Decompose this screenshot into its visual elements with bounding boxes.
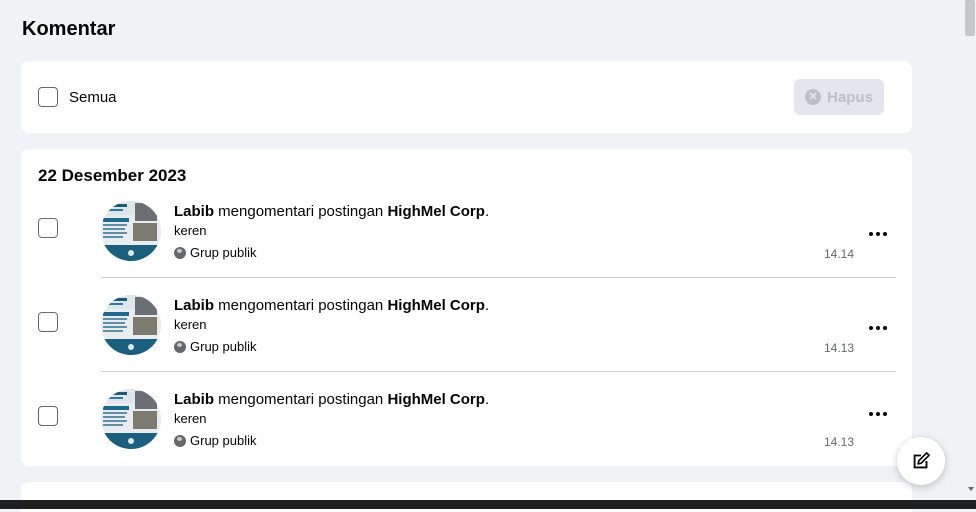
scroll-down-icon[interactable] <box>968 487 974 491</box>
action-text: mengomentari postingan <box>214 203 388 220</box>
privacy-label: Grup publik <box>190 245 257 260</box>
post-thumbnail[interactable] <box>101 389 161 449</box>
action-suffix: . <box>484 203 490 220</box>
action-suffix: . <box>484 297 490 314</box>
select-all-checkbox[interactable] <box>38 87 58 107</box>
page-title: Komentar <box>22 18 116 40</box>
activity-text: Labib mengomentari postingan HighMel Cor… <box>174 391 489 408</box>
privacy-label: Grup publik <box>190 433 257 448</box>
item-checkbox[interactable] <box>38 406 58 426</box>
select-all-bar: Semua ✕ Hapus <box>21 61 912 133</box>
compose-button[interactable] <box>897 437 945 485</box>
timestamp: 14.13 <box>823 435 854 449</box>
divider <box>101 371 896 372</box>
actor-name[interactable]: Labib <box>174 203 214 220</box>
compose-icon <box>913 452 930 469</box>
activity-list: 22 Desember 2023 Labib mengomentari post… <box>21 149 912 466</box>
delete-button-label: Hapus <box>827 88 873 106</box>
list-item[interactable]: Labib mengomentari postingan HighMel Cor… <box>21 293 912 387</box>
privacy-label: Grup publik <box>190 339 257 354</box>
timestamp: 14.13 <box>823 341 854 355</box>
timestamp: 14.14 <box>823 247 854 261</box>
comment-text: keren <box>174 317 207 332</box>
item-checkbox[interactable] <box>38 218 58 238</box>
post-thumbnail[interactable] <box>101 201 161 261</box>
privacy-info: Grup publik <box>174 433 256 448</box>
more-options-icon[interactable] <box>865 321 891 335</box>
comment-text: keren <box>174 223 207 238</box>
actor-name[interactable]: Labib <box>174 297 214 314</box>
item-checkbox[interactable] <box>38 312 58 332</box>
globe-icon <box>174 340 186 353</box>
post-thumbnail[interactable] <box>101 295 161 355</box>
taskbar <box>0 500 976 509</box>
more-options-icon[interactable] <box>865 407 891 421</box>
date-heading: 22 Desember 2023 <box>38 166 187 185</box>
privacy-info: Grup publik <box>174 339 256 354</box>
more-options-icon[interactable] <box>865 227 891 241</box>
globe-icon <box>174 434 186 447</box>
activity-text: Labib mengomentari postingan HighMel Cor… <box>174 203 489 220</box>
close-circle-icon: ✕ <box>805 89 822 105</box>
target-name[interactable]: HighMel Corp <box>387 391 485 408</box>
activity-text: Labib mengomentari postingan HighMel Cor… <box>174 297 489 314</box>
action-suffix: . <box>484 391 490 408</box>
scrollbar[interactable] <box>964 0 976 500</box>
privacy-info: Grup publik <box>174 245 256 260</box>
target-name[interactable]: HighMel Corp <box>387 203 485 220</box>
list-item[interactable]: Labib mengomentari postingan HighMel Cor… <box>21 199 912 293</box>
actor-name[interactable]: Labib <box>174 391 214 408</box>
comment-text: keren <box>174 411 207 426</box>
select-all-label: Semua <box>69 89 117 106</box>
list-item[interactable]: Labib mengomentari postingan HighMel Cor… <box>21 387 912 481</box>
action-text: mengomentari postingan <box>214 391 388 408</box>
globe-icon <box>174 246 186 259</box>
action-text: mengomentari postingan <box>214 297 388 314</box>
scrollbar-thumb[interactable] <box>965 0 975 36</box>
delete-button[interactable]: ✕ Hapus <box>794 79 884 115</box>
divider <box>101 277 896 278</box>
target-name[interactable]: HighMel Corp <box>387 297 485 314</box>
